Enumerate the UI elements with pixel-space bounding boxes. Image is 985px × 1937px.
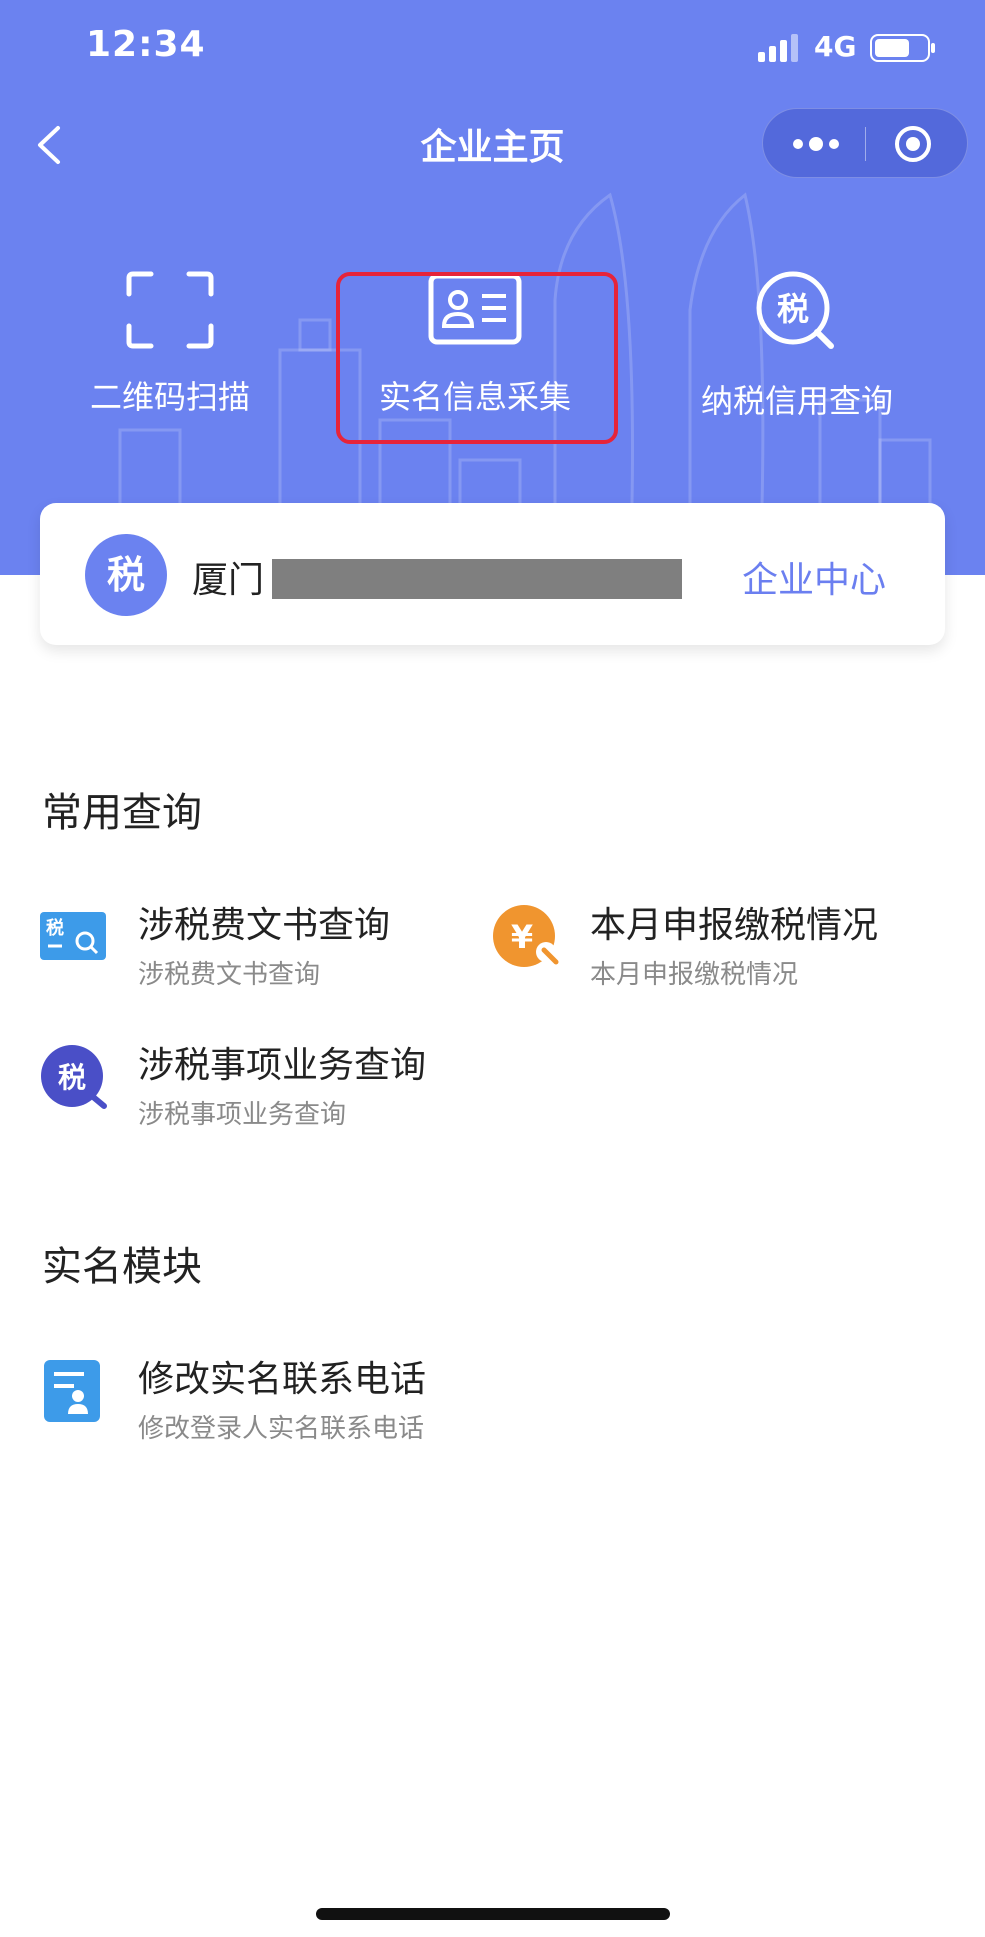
close-target-icon[interactable] xyxy=(893,124,933,164)
item-subtitle: 涉税费文书查询 xyxy=(138,960,321,990)
section-title-realname: 实名模块 xyxy=(42,1244,202,1290)
redaction-bar xyxy=(272,559,682,599)
tax-matter-search-icon: 税 xyxy=(41,1045,107,1109)
icon-glyph: ¥ xyxy=(511,918,533,956)
highlight-box xyxy=(336,272,618,444)
quick-action-credit[interactable]: 税 纳税信用查询 xyxy=(647,270,947,422)
company-card[interactable]: 税 厦门 企业中心 xyxy=(40,503,945,645)
item-title: 本月申报缴税情况 xyxy=(590,905,879,946)
scan-icon xyxy=(126,271,214,349)
item-title: 修改实名联系电话 xyxy=(138,1359,427,1400)
more-dots-icon[interactable] xyxy=(791,131,841,157)
contact-form-icon xyxy=(44,1360,100,1422)
icon-glyph: 税 xyxy=(58,1061,86,1094)
icon-glyph: 税 xyxy=(46,917,64,939)
yuan-search-icon: ¥ xyxy=(493,905,559,967)
item-subtitle: 本月申报缴税情况 xyxy=(590,960,799,990)
navigation-bar: 企业主页 xyxy=(0,100,985,190)
battery-icon xyxy=(870,34,935,62)
enterprise-center-link[interactable]: 企业中心 xyxy=(742,551,886,603)
home-indicator xyxy=(316,1908,670,1920)
quick-action-label: 二维码扫描 xyxy=(89,378,250,416)
network-type: 4G xyxy=(814,30,857,63)
item-title: 涉税费文书查询 xyxy=(138,905,391,946)
section-title-common-query: 常用查询 xyxy=(42,790,202,836)
quick-action-label: 纳税信用查询 xyxy=(700,382,893,420)
list-item-monthly-tax[interactable]: ¥ 本月申报缴税情况 本月申报缴税情况 xyxy=(492,896,932,996)
item-subtitle: 涉税事项业务查询 xyxy=(138,1100,347,1130)
item-title: 涉税事项业务查询 xyxy=(138,1045,427,1086)
tax-doc-search-icon: 税 xyxy=(40,912,106,960)
status-bar: 12:34 4G xyxy=(0,0,985,100)
company-name: 厦门 xyxy=(192,560,265,601)
mini-program-capsule xyxy=(762,108,968,178)
capsule-divider xyxy=(865,127,866,161)
status-time: 12:34 xyxy=(86,24,206,65)
list-item-change-phone[interactable]: 修改实名联系电话 修改登录人实名联系电话 xyxy=(40,1350,500,1450)
tax-search-icon: 税 xyxy=(756,271,834,349)
list-item-tax-matters[interactable]: 税 涉税事项业务查询 涉税事项业务查询 xyxy=(40,1036,500,1136)
signal-icon xyxy=(758,34,798,62)
item-subtitle: 修改登录人实名联系电话 xyxy=(138,1414,425,1444)
list-item-tax-documents[interactable]: 税 涉税费文书查询 涉税费文书查询 xyxy=(40,896,460,996)
quick-action-scan[interactable]: 二维码扫描 xyxy=(20,270,320,418)
badge-glyph: 税 xyxy=(107,553,145,597)
tax-badge-icon: 税 xyxy=(85,534,167,616)
tax-glyph: 税 xyxy=(777,290,809,328)
